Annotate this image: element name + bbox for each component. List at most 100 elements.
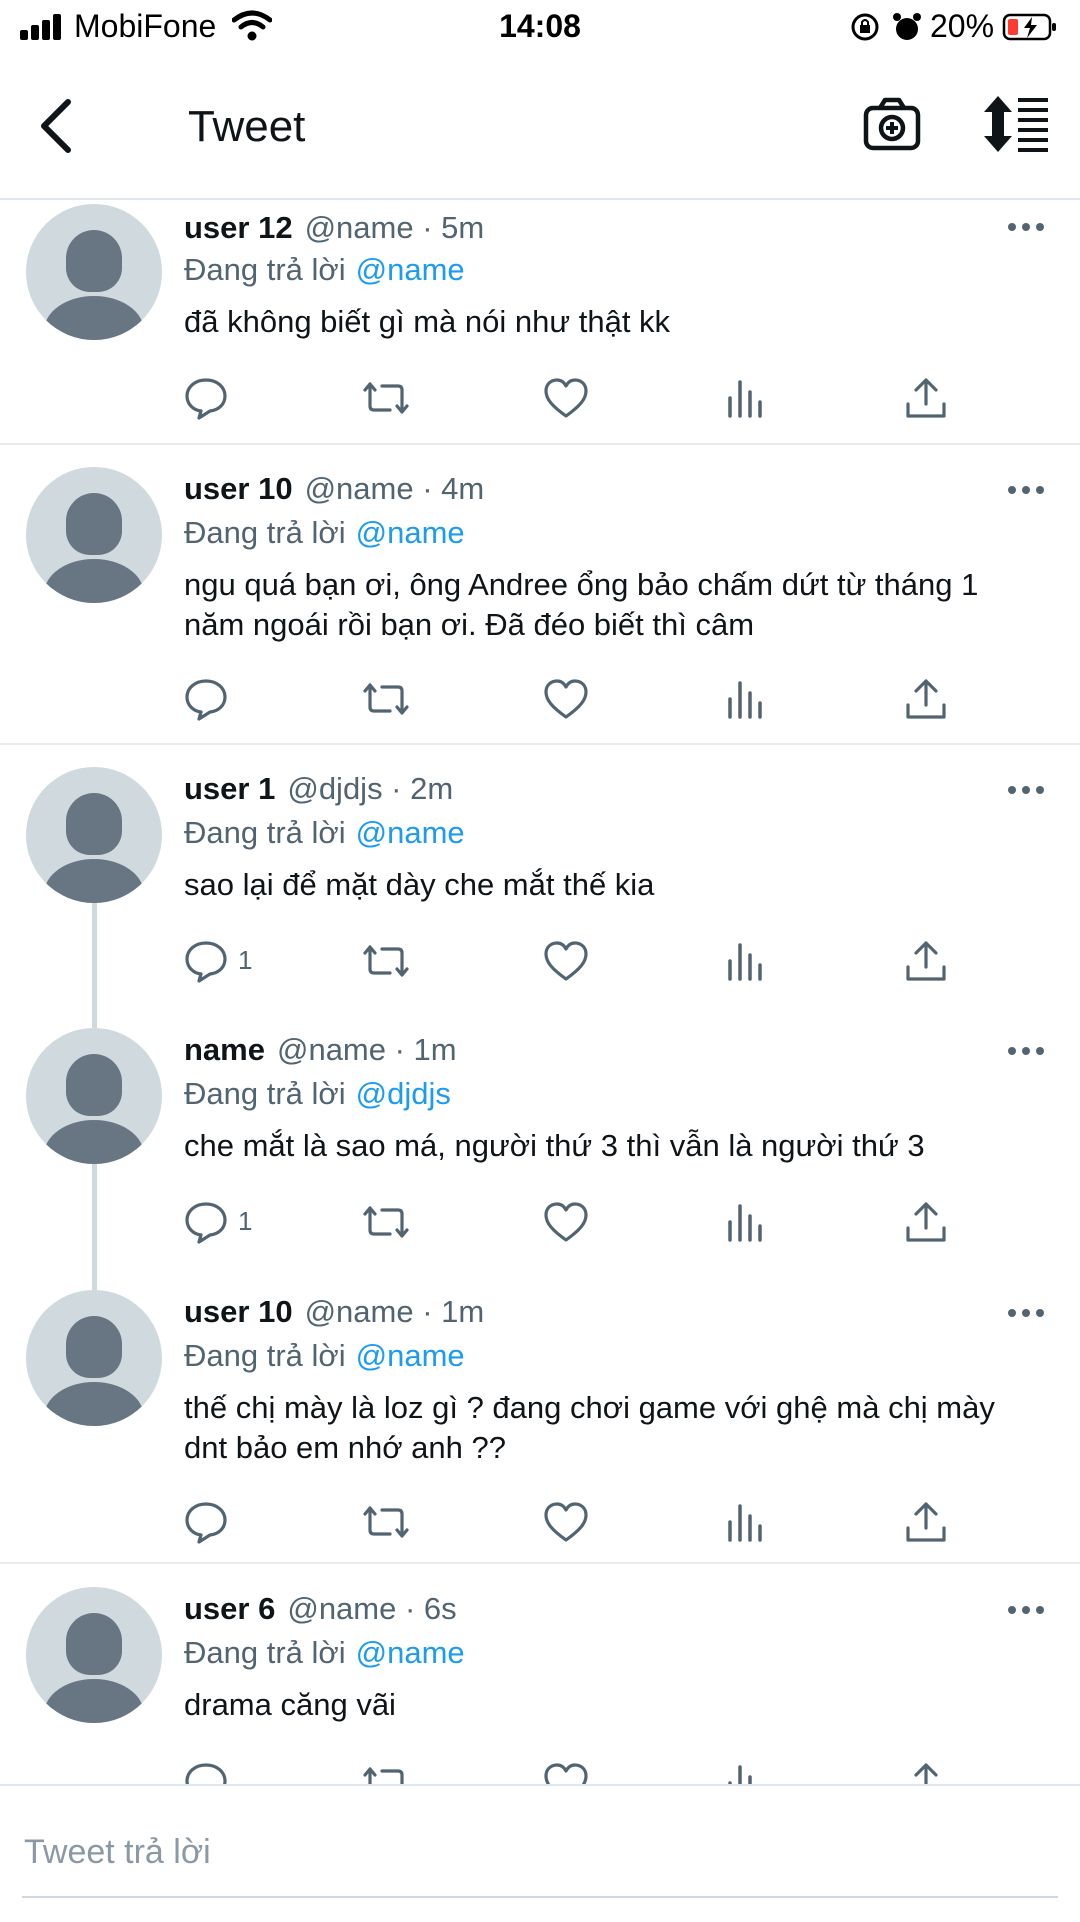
- retweet-button[interactable]: [362, 1498, 410, 1546]
- retweet-icon: [363, 1506, 409, 1538]
- tweet-actions: [182, 675, 946, 725]
- share-button[interactable]: [902, 1498, 950, 1546]
- like-button[interactable]: [542, 937, 590, 985]
- more-options-icon[interactable]: [1006, 483, 1046, 497]
- reply-icon: [185, 1502, 227, 1544]
- reply-count: 1: [238, 945, 253, 975]
- more-options-icon[interactable]: [1006, 1603, 1046, 1617]
- views-button[interactable]: [722, 675, 770, 723]
- views-button[interactable]: [722, 1498, 770, 1546]
- heart-icon: [544, 1502, 588, 1542]
- tweet[interactable]: user 10 @name · 1m Đang trả lời @name thế …: [0, 1268, 1080, 1564]
- tweet-author[interactable]: name: [184, 1032, 265, 1067]
- views-button[interactable]: [722, 1198, 770, 1246]
- retweet-icon: [363, 1206, 409, 1238]
- tweet-author[interactable]: user 6: [184, 1591, 275, 1626]
- battery-percent: 20%: [930, 8, 995, 44]
- heart-icon: [544, 941, 588, 981]
- heart-icon: [544, 679, 588, 719]
- reply-input[interactable]: [22, 1826, 1026, 1878]
- avatar[interactable]: [26, 1028, 162, 1164]
- composer-divider: [22, 1896, 1058, 1898]
- more-options-icon[interactable]: [1006, 783, 1046, 797]
- like-button[interactable]: [542, 1759, 590, 1784]
- tweet[interactable]: user 12 @name · 5m Đang trả lời @name đã k…: [0, 200, 1080, 445]
- tweet-handle-time: @name · 5m: [304, 210, 485, 245]
- views-button[interactable]: [722, 1759, 770, 1784]
- avatar[interactable]: [26, 1290, 162, 1426]
- avatar[interactable]: [26, 467, 162, 603]
- reply-button[interactable]: [182, 675, 230, 723]
- more-options-icon[interactable]: [1006, 1044, 1046, 1058]
- tweet-text: ngu quá bạn ơi, ông Andree ổng bảo chấm …: [184, 567, 979, 642]
- tweet-actions: [182, 374, 946, 424]
- retweet-icon: [363, 683, 409, 715]
- tweet-actions: 1: [182, 1198, 946, 1248]
- retweet-button[interactable]: [362, 374, 410, 422]
- share-button[interactable]: [902, 675, 950, 723]
- share-button[interactable]: [902, 937, 950, 985]
- more-options-icon[interactable]: [1006, 220, 1046, 234]
- reply-composer: [0, 1784, 1080, 1922]
- avatar[interactable]: [26, 204, 162, 340]
- more-options-icon[interactable]: [1006, 1306, 1046, 1320]
- tweet-actions: [182, 1759, 942, 1784]
- tweet-actions: [182, 1498, 946, 1548]
- share-button[interactable]: [902, 1759, 950, 1784]
- reply-button[interactable]: [182, 1498, 230, 1546]
- like-button[interactable]: [542, 374, 590, 422]
- tweet[interactable]: name @name · 1m Đang trả lời @djdjs che mắ…: [0, 1006, 1080, 1266]
- retweet-button[interactable]: [362, 1198, 410, 1246]
- like-button[interactable]: [542, 1198, 590, 1246]
- reply-mention-link[interactable]: @name: [356, 515, 465, 550]
- avatar[interactable]: [26, 767, 162, 903]
- share-icon: [906, 941, 946, 981]
- alarm-icon: [893, 13, 921, 40]
- reply-button[interactable]: [182, 1759, 230, 1784]
- views-button[interactable]: [722, 374, 770, 422]
- retweet-button[interactable]: [362, 937, 410, 985]
- rotation-lock-icon: [851, 13, 879, 41]
- reply-mention-link[interactable]: @name: [356, 1635, 465, 1670]
- reply-prefix: Đang trả lời: [184, 1076, 346, 1111]
- reply-icon: [185, 679, 227, 721]
- reply-button[interactable]: 1: [182, 937, 252, 985]
- share-icon: [906, 1202, 946, 1242]
- avatar[interactable]: [26, 1587, 162, 1723]
- tweet[interactable]: user 1 @djdjs · 2m Đang trả lời @name sao …: [0, 745, 1080, 1005]
- analytics-icon: [728, 1765, 752, 1784]
- analytics-icon: [728, 681, 762, 719]
- reply-mention-link[interactable]: @name: [356, 815, 465, 850]
- reply-icon: [185, 378, 227, 420]
- reply-icon: [185, 1202, 227, 1244]
- tweet-text: che mắt là sao má, người thứ 3 thì vẫn l…: [184, 1128, 925, 1163]
- share-button[interactable]: [902, 374, 950, 422]
- tweet-handle-time: @name · 4m: [304, 471, 485, 506]
- tweet-author[interactable]: user 1: [184, 771, 275, 806]
- share-icon: [914, 1763, 938, 1784]
- reply-mention-link[interactable]: @name: [356, 1338, 465, 1373]
- back-arrow-icon[interactable]: [30, 96, 86, 156]
- tweet[interactable]: user 6 @name · 6s Đang trả lời @name drama…: [0, 1565, 1080, 1784]
- tweet-author[interactable]: user 12: [184, 210, 293, 245]
- retweet-button[interactable]: [362, 675, 410, 723]
- retweet-button[interactable]: [362, 1759, 410, 1784]
- analytics-icon: [728, 1204, 762, 1242]
- heart-icon: [544, 1763, 588, 1784]
- share-button[interactable]: [902, 1198, 950, 1246]
- tweet-handle-time: @name · 1m: [276, 1032, 457, 1067]
- reply-button[interactable]: 1: [182, 1198, 252, 1246]
- tweet-author[interactable]: user 10: [184, 471, 293, 506]
- reply-mention-link[interactable]: @name: [356, 252, 465, 287]
- tweet[interactable]: user 10 @name · 4m Đang trả lời @name ngu …: [0, 445, 1080, 745]
- views-button[interactable]: [722, 937, 770, 985]
- tweet-author[interactable]: user 10: [184, 1294, 293, 1329]
- camera-icon[interactable]: [862, 94, 922, 154]
- reply-button[interactable]: [182, 374, 230, 422]
- reply-mention-link[interactable]: @djdjs: [356, 1076, 451, 1111]
- like-button[interactable]: [542, 675, 590, 723]
- tweet-handle-time: @name · 6s: [287, 1591, 457, 1626]
- tweet-actions: 1: [182, 937, 946, 987]
- sort-icon[interactable]: [982, 94, 1050, 154]
- like-button[interactable]: [542, 1498, 590, 1546]
